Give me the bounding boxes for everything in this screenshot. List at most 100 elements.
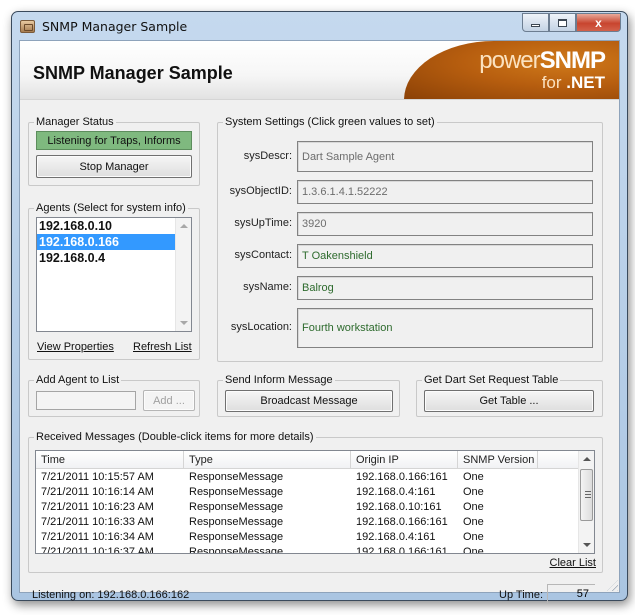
field-label: sysName:: [243, 281, 292, 293]
agent-list-item[interactable]: 192.168.0.4: [37, 250, 175, 266]
field-label: sysDescr:: [243, 150, 292, 162]
clear-list-link[interactable]: Clear List: [550, 557, 596, 569]
message-cell: 7/21/2011 10:16:34 AM: [41, 531, 154, 543]
maximize-icon: [558, 18, 567, 27]
field-label: sysLocation:: [230, 321, 292, 333]
message-cell: One: [463, 546, 484, 554]
message-cell: ResponseMessage: [189, 471, 284, 483]
field-value: 3920: [297, 212, 593, 236]
agents-list-items: 192.168.0.10 192.168.0.166 192.168.0.4: [37, 218, 191, 266]
column-header[interactable]: Type: [184, 451, 351, 469]
uptime-label: Up Time:: [499, 589, 544, 601]
banner-title: SNMP Manager Sample: [33, 63, 233, 83]
field-label: sysContact:: [234, 249, 292, 261]
minimize-icon: [531, 23, 540, 27]
system-settings-group: System Settings (Click green values to s…: [217, 115, 603, 362]
messages-listview[interactable]: Time Type Origin IP SNMP Version 7/21/2011 …: [35, 450, 595, 554]
app-icon[interactable]: [20, 20, 35, 33]
app-window: SNMP Manager Sample x SNMP Manager Sampl…: [11, 11, 628, 604]
maximize-button[interactable]: [549, 13, 576, 32]
message-cell: 192.168.0.166:161: [356, 546, 448, 554]
message-cell: ResponseMessage: [189, 501, 284, 513]
window-controls: x: [522, 13, 621, 32]
message-row[interactable]: 7/21/2011 10:16:33 AM ResponseMessage 192.…: [36, 515, 538, 530]
dart-set-request-label: Get Dart Set Request Table: [422, 373, 561, 387]
window-title: SNMP Manager Sample: [42, 19, 188, 34]
message-cell: 192.168.0.10:161: [356, 501, 442, 513]
agents-group-label: Agents (Select for system info): [34, 201, 188, 215]
add-agent-label: Add Agent to List: [34, 373, 122, 387]
message-cell: ResponseMessage: [189, 546, 284, 554]
field-value[interactable]: Fourth workstation: [297, 308, 593, 348]
message-cell: 192.168.0.166:161: [356, 471, 448, 483]
message-row[interactable]: 7/21/2011 10:16:23 AM ResponseMessage 192.…: [36, 500, 538, 515]
scroll-down-icon[interactable]: [180, 321, 188, 325]
grip-line: [585, 497, 591, 498]
scrollbar-thumb[interactable]: [580, 469, 593, 521]
agent-address-input[interactable]: [36, 391, 136, 410]
header-banner: SNMP Manager Sample powerSNMP for .NET: [20, 41, 619, 100]
broadcast-message-button[interactable]: Broadcast Message: [225, 390, 393, 412]
add-agent-button[interactable]: Add ...: [143, 390, 195, 411]
message-cell: 7/21/2011 10:16:33 AM: [41, 516, 154, 528]
manager-status-group: Manager Status Listening for Traps, Info…: [28, 115, 200, 186]
message-row[interactable]: 7/21/2011 10:16:37 AM ResponseMessage 192.…: [36, 545, 538, 554]
logo-sub-prefix: for: [541, 73, 567, 92]
grip-line: [585, 491, 591, 492]
message-row[interactable]: 7/21/2011 10:16:34 AM ResponseMessage 192.…: [36, 530, 538, 545]
messages-scrollbar[interactable]: [578, 451, 594, 553]
field-value: Dart Sample Agent: [297, 141, 593, 172]
manager-status-indicator: Listening for Traps, Informs: [36, 131, 192, 150]
refresh-list-link[interactable]: Refresh List: [133, 341, 192, 353]
message-cell: ResponseMessage: [189, 516, 284, 528]
uptime-value: 57: [547, 584, 595, 604]
agent-list-item[interactable]: 192.168.0.10: [37, 218, 175, 234]
field-label: sysObjectID:: [229, 185, 292, 197]
product-logo-sub: for .NET: [542, 73, 605, 93]
message-cell: 7/21/2011 10:16:23 AM: [41, 501, 154, 513]
add-agent-group: Add Agent to List Add ...: [28, 373, 200, 417]
received-messages-group: Received Messages (Double-click items fo…: [28, 430, 603, 573]
column-header[interactable]: SNMP Version: [458, 451, 538, 469]
column-header-filler: [538, 451, 580, 469]
message-cell: 192.168.0.4:161: [356, 531, 436, 543]
minimize-button[interactable]: [522, 13, 549, 32]
listening-status: Listening on: 192.168.0.166:162: [32, 589, 190, 601]
message-cell: 7/21/2011 10:15:57 AM: [41, 471, 154, 483]
manager-status-label: Manager Status: [34, 115, 116, 129]
message-cell: One: [463, 516, 484, 528]
logo-sub-brand: .NET: [566, 73, 605, 92]
field-value[interactable]: T Oakenshield: [297, 244, 593, 268]
field-value[interactable]: Balrog: [297, 276, 593, 300]
stop-manager-button[interactable]: Stop Manager: [36, 155, 192, 178]
message-cell: ResponseMessage: [189, 486, 284, 498]
scroll-up-icon[interactable]: [583, 457, 591, 461]
column-header[interactable]: Origin IP: [351, 451, 458, 469]
message-row[interactable]: 7/21/2011 10:16:14 AM ResponseMessage 192.…: [36, 485, 538, 500]
message-cell: 7/21/2011 10:16:14 AM: [41, 486, 154, 498]
grip-line: [585, 494, 591, 495]
close-button[interactable]: x: [576, 13, 621, 32]
send-inform-group: Send Inform Message Broadcast Message: [217, 373, 400, 417]
message-row[interactable]: 7/21/2011 10:15:57 AM ResponseMessage 192.…: [36, 470, 538, 485]
message-cell: ResponseMessage: [189, 531, 284, 543]
scroll-down-icon[interactable]: [583, 543, 591, 547]
agents-list-scrollbar[interactable]: [175, 218, 191, 331]
scroll-up-icon[interactable]: [180, 224, 188, 228]
close-icon: x: [595, 15, 602, 30]
view-properties-link[interactable]: View Properties: [37, 341, 114, 353]
agents-group: Agents (Select for system info) 192.168.…: [28, 201, 200, 360]
message-cell: One: [463, 486, 484, 498]
agent-list-item[interactable]: 192.168.0.166: [37, 234, 175, 250]
product-logo: powerSNMP: [479, 47, 606, 75]
column-header[interactable]: Time: [36, 451, 184, 469]
dart-set-request-group: Get Dart Set Request Table Get Table ...: [416, 373, 603, 417]
field-label: sysUpTime:: [234, 217, 292, 229]
message-cell: One: [463, 531, 484, 543]
resize-grip-icon[interactable]: [607, 580, 618, 591]
title-bar[interactable]: SNMP Manager Sample x: [12, 12, 627, 40]
message-cell: 192.168.0.4:161: [356, 486, 436, 498]
agents-list[interactable]: 192.168.0.10 192.168.0.166 192.168.0.4: [36, 217, 192, 332]
send-inform-label: Send Inform Message: [223, 373, 335, 387]
get-table-button[interactable]: Get Table ...: [424, 390, 594, 412]
